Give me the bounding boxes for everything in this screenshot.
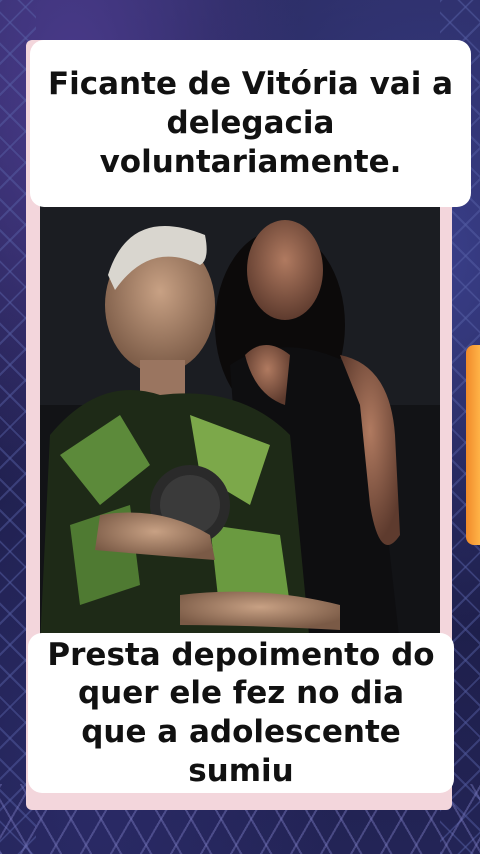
bottom-caption: Presta depoimento do quer ele fez no dia… — [28, 633, 454, 793]
bottom-caption-text: Presta depoimento do quer ele fez no dia… — [47, 636, 435, 789]
top-caption: Ficante de Vitória vai a delegacia volun… — [30, 40, 471, 207]
side-card-edge — [466, 345, 480, 545]
couple-photo — [40, 205, 440, 645]
couple-photo-illustration — [40, 205, 440, 645]
top-caption-text: Ficante de Vitória vai a delegacia volun… — [47, 66, 454, 180]
